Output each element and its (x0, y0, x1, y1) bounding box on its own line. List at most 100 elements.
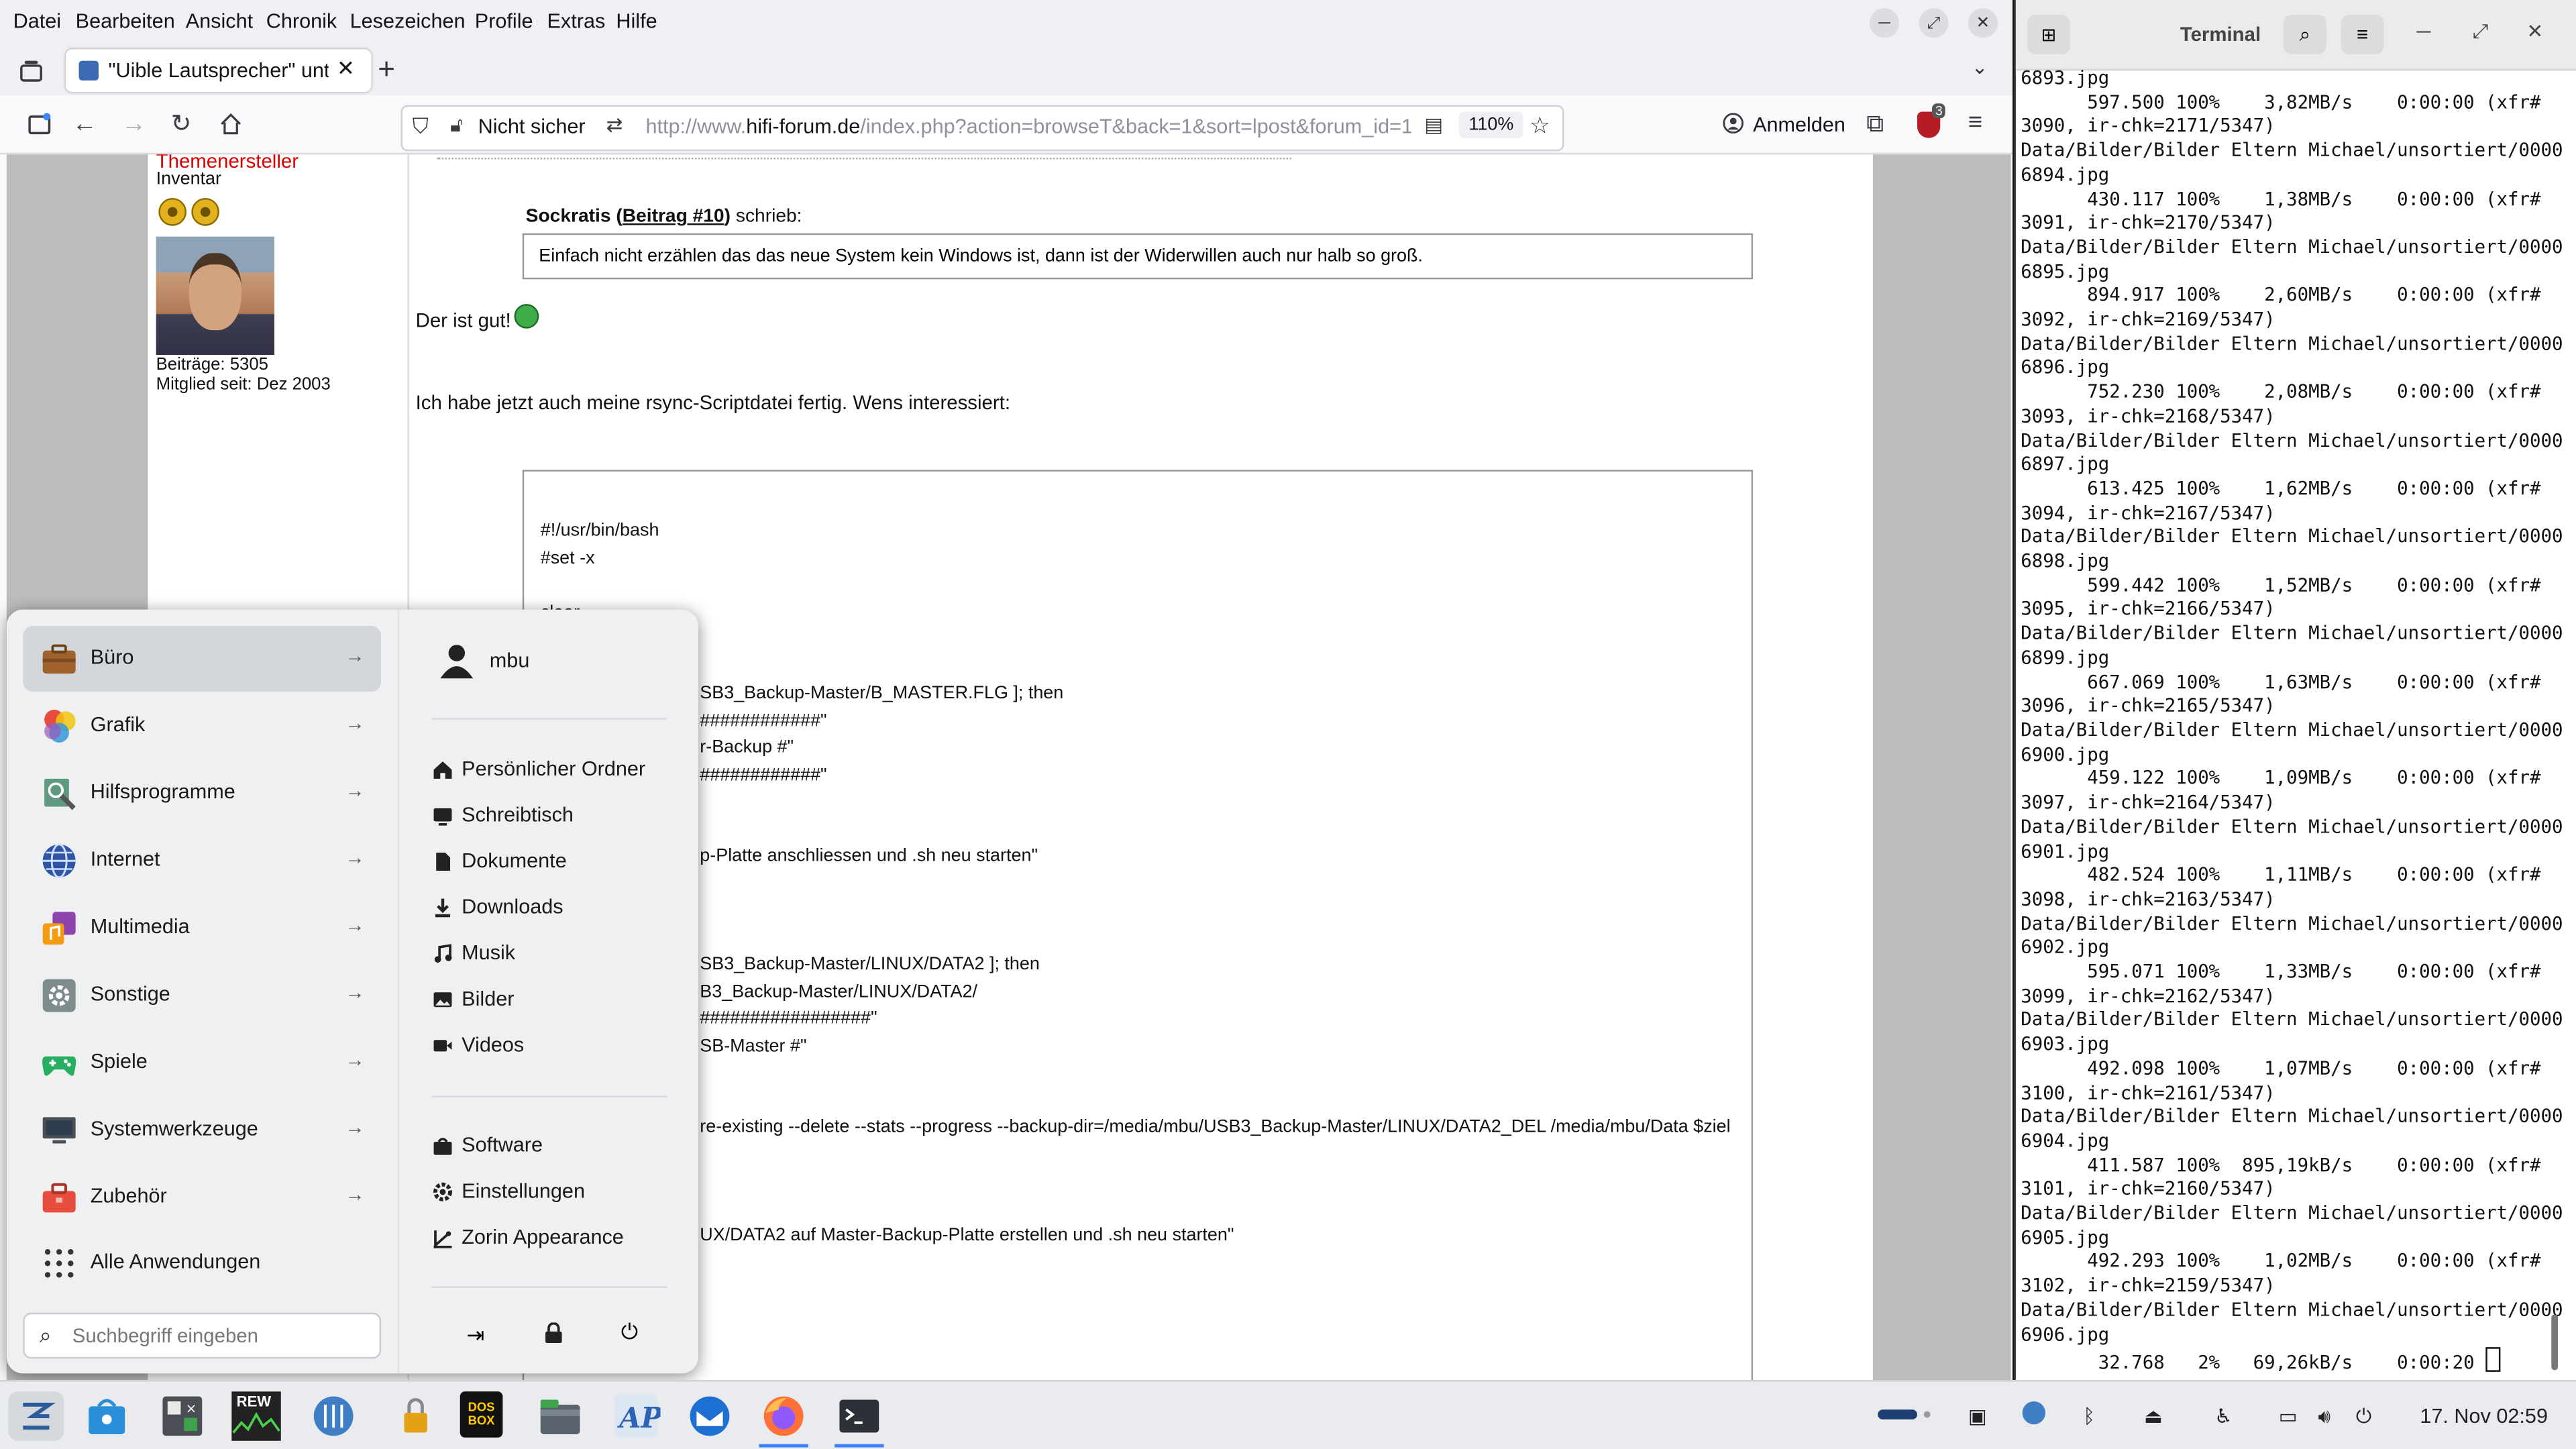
rew-icon[interactable]: REW (231, 1391, 281, 1441)
category-6[interactable]: Sonstige → (23, 963, 381, 1028)
quote-box: Einfach nicht erzählen das das neue Syst… (522, 233, 1754, 280)
software-store-icon[interactable] (82, 1391, 131, 1440)
shield-icon[interactable]: ⛉ (413, 113, 429, 140)
all-apps-button[interactable]: Alle Anwendungen (23, 1230, 381, 1296)
menu-hilfe[interactable]: Hilfe (616, 10, 657, 33)
category-5[interactable]: Multimedia → (23, 896, 381, 961)
menu-profile[interactable]: Profile (475, 10, 533, 33)
places-separator-bottom (432, 1286, 667, 1289)
tab-overview-icon[interactable] (18, 58, 44, 84)
author-avatar[interactable] (156, 236, 274, 355)
calculator-icon[interactable]: × (158, 1391, 207, 1440)
menu-chronik[interactable]: Chronik (266, 10, 337, 33)
accessibility-icon[interactable]: ♿︎ (2214, 1405, 2232, 1428)
mixer-icon[interactable] (309, 1391, 358, 1440)
terminal-output[interactable]: 6893.jpg 597.500 100% 3,82MB/s 0:00:00 (… (2021, 67, 2576, 1377)
zorin-connect-tray-icon[interactable] (2022, 1401, 2046, 1425)
category-4[interactable]: Internet → (23, 828, 381, 894)
menu-bearbeiten[interactable]: Bearbeiten (76, 10, 175, 33)
logout-icon[interactable]: ⇥ (467, 1322, 485, 1348)
menu-datei[interactable]: Datei (13, 10, 61, 33)
hifi-favicon-icon (78, 60, 99, 81)
tab-list-chevron-icon[interactable]: ⌄ (1972, 56, 1988, 78)
terminal-line: 6899.jpg (2021, 647, 2110, 669)
category-3[interactable]: Hilfsprogramme → (23, 761, 381, 826)
extensions-icon[interactable]: ⧉ (1866, 110, 1884, 138)
workspace-dot-icon[interactable] (1923, 1411, 1931, 1418)
category-1[interactable]: Büro → (23, 626, 382, 692)
firefox-icon[interactable] (759, 1391, 808, 1448)
display-icon[interactable]: ▭ (2279, 1405, 2298, 1428)
terminal-scrollbar[interactable] (2551, 1314, 2559, 1371)
reader-view-icon[interactable]: ▤ (1424, 113, 1443, 136)
volume-icon[interactable]: 🔊︎ (2318, 1405, 2331, 1430)
ap-icon[interactable]: AP (611, 1391, 660, 1440)
tab-active[interactable]: "Uible Lautsprecher" unter ✕ (65, 49, 372, 93)
terminal-line: 3095, ir-chk=2166/5347) (2021, 598, 2275, 621)
menu-ansicht[interactable]: Ansicht (186, 10, 253, 33)
terminal-line: 3096, ir-chk=2165/5347) (2021, 695, 2275, 717)
lock-app-icon[interactable] (391, 1391, 440, 1440)
bluetooth-icon[interactable]: ᛒ (2083, 1405, 2095, 1428)
security-label[interactable]: Nicht sicher (478, 115, 586, 138)
menu-extras[interactable]: Extras (547, 10, 606, 33)
url-text[interactable]: http://www.hifi-forum.de/index.php?actio… (645, 115, 1411, 138)
forward-icon[interactable]: → (121, 110, 146, 138)
dosbox-icon[interactable]: DOS BOX (460, 1391, 503, 1438)
terminal-search-button[interactable]: ⌕ (2284, 15, 2326, 54)
insecure-lock-icon[interactable]: 🔓︎ (450, 113, 463, 138)
new-tab-button[interactable]: ⊞ (2027, 15, 2070, 54)
video-icon (432, 1035, 453, 1057)
category-9[interactable]: Zubehör → (23, 1165, 381, 1230)
zoom-level[interactable]: 110% (1458, 111, 1524, 138)
arrow-right-icon: → (345, 1183, 365, 1206)
url-bar[interactable]: ⛉ 🔓︎ Nicht sicher ⇄ http://www.hifi-foru… (400, 105, 1564, 152)
power-menu-icon[interactable]: ⏻ (2356, 1405, 2371, 1430)
bookmark-star-icon[interactable]: ☆ (1529, 112, 1550, 140)
rew-label: REW (236, 1393, 272, 1410)
terminal-close-icon[interactable]: ✕ (2527, 19, 2544, 42)
terminal-line: Data/Bilder/Bilder Eltern Michael/unsort… (2021, 429, 2563, 451)
new-tab-icon[interactable]: + (378, 52, 395, 87)
new-terminal-icon: ⊞ (2041, 25, 2057, 46)
terminal-menu-button[interactable]: ≡ (2341, 15, 2384, 54)
minimize-button[interactable]: ─ (1869, 8, 1900, 38)
clock[interactable]: 17. Nov 02:59 (2420, 1405, 2548, 1428)
thunderbird-icon[interactable] (685, 1391, 734, 1440)
quote-link[interactable]: Beitrag #10 (623, 207, 724, 227)
terminal-line: 6906.jpg (2021, 1323, 2110, 1345)
screenshot-tray-icon[interactable]: ▣ (1968, 1405, 1987, 1428)
zorin-menu-icon[interactable] (8, 1391, 64, 1441)
menu-lesezeichen[interactable]: Lesezeichen (350, 10, 466, 33)
signin-button[interactable]: Anmelden (1753, 113, 1845, 136)
tab-title: "Uible Lautsprecher" unter (108, 59, 329, 83)
tab-close-icon[interactable]: ✕ (337, 56, 355, 82)
sidebar-toggle-icon[interactable] (26, 112, 52, 138)
back-icon[interactable]: ← (72, 110, 97, 138)
account-icon[interactable] (1722, 112, 1745, 135)
category-7[interactable]: Spiele → (23, 1030, 381, 1096)
home-button-icon[interactable] (219, 112, 244, 137)
post-line-2: Ich habe jetzt auch meine rsync-Scriptda… (415, 390, 1011, 415)
files-icon[interactable] (535, 1391, 584, 1440)
graphics-icon (41, 708, 77, 745)
eject-icon[interactable]: ⏏ (2144, 1405, 2163, 1428)
terminal-minimize-icon[interactable]: ─ (2416, 19, 2430, 42)
category-2[interactable]: Grafik → (23, 693, 381, 759)
workspace-indicator-icon[interactable] (1878, 1409, 1917, 1419)
app-menu-icon[interactable]: ≡ (1968, 109, 1982, 137)
power-icon[interactable]: ⏻ (621, 1320, 638, 1346)
close-button[interactable]: ✕ (1968, 8, 1998, 38)
terminal-icon[interactable] (835, 1391, 884, 1448)
terminal-running-indicator (835, 1444, 884, 1448)
category-8[interactable]: Systemwerkzeuge → (23, 1097, 381, 1163)
maximize-button[interactable]: ⤢ (1919, 8, 1949, 38)
user-name[interactable]: mbu (490, 649, 530, 672)
desktop: Datei Bearbeiten Ansicht Chronik Lesezei… (0, 0, 2576, 1449)
terminal-maximize-icon[interactable]: ⤢ (2473, 19, 2489, 44)
terminal-line: 3097, ir-chk=2164/5347) (2021, 792, 2275, 814)
reload-icon[interactable]: ↻ (171, 109, 192, 138)
search-input[interactable]: ⌕ Suchbegriff eingeben (23, 1312, 382, 1359)
permissions-icon[interactable]: ⇄ (606, 113, 623, 136)
lock-icon[interactable] (544, 1322, 564, 1344)
